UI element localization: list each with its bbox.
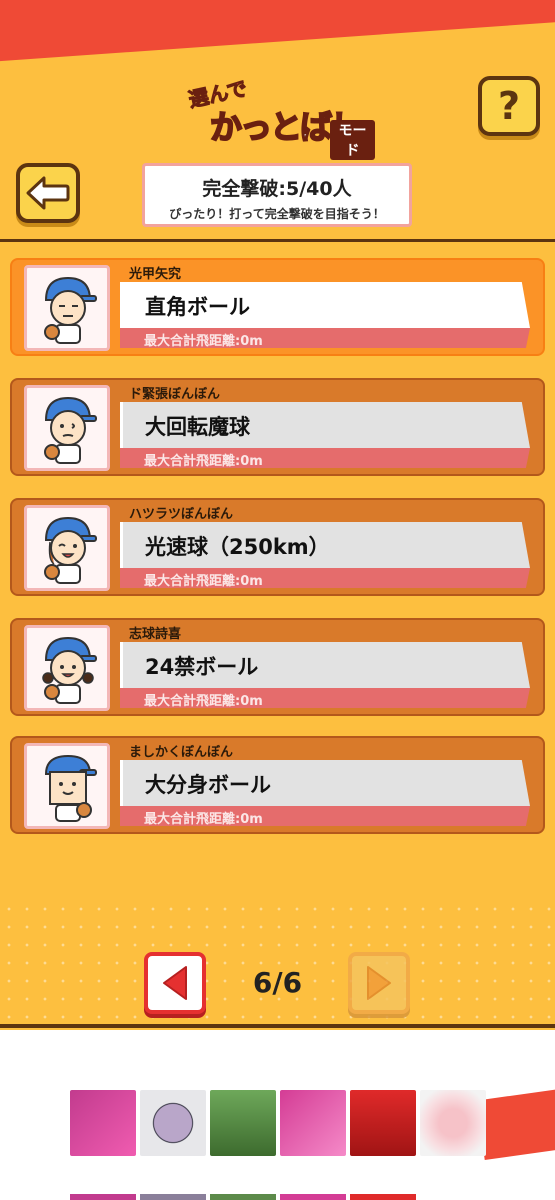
ad-thumbnail[interactable] [350,1194,416,1200]
ball-name-bar: 直角ボール [120,282,530,328]
character-avatar [24,265,110,351]
ball-name-bar: 大回転魔球 [120,402,530,448]
ball-name-bar: 24禁ボール [120,642,530,688]
max-distance: 最大合計飛距離:0m [144,454,263,469]
top-red-stripe [0,0,555,63]
game-screen: 選んで かっとばし モード ? 完全撃破:5/40人 ぴったり！打って完全撃破を… [0,0,555,1030]
batter-character-icon [44,754,97,822]
character-name: ハツラツぼんぼん [129,507,234,522]
question-icon: ? [497,84,521,128]
header-divider [0,239,555,242]
character-name: 志球詩喜 [129,627,182,642]
character-name: ド緊張ぼんぼん [129,387,221,402]
batter-character-icon [44,396,97,464]
ball-name-bar: 大分身ボール [120,760,530,806]
prev-page-button[interactable] [144,952,206,1014]
bottom-border [0,1024,555,1028]
completion-count: 完全撃破:5/40人 [202,178,352,200]
distance-bar: 最大合計飛距離:0m [120,688,530,708]
triangle-right-icon [367,966,391,1000]
ad-thumbnail[interactable] [70,1090,136,1156]
ball-name: 大回転魔球 [145,415,250,439]
opponent-card[interactable]: 志球詩喜 24禁ボール 最大合計飛距離:0m [10,618,545,716]
batter-character-icon [42,636,97,704]
character-avatar [24,505,110,591]
ball-name: 光速球（250km） [145,535,330,559]
back-button[interactable] [16,163,80,223]
character-name: 光甲矢究 [129,267,182,282]
ball-name: 直角ボール [145,295,250,319]
max-distance: 最大合計飛距離:0m [144,694,263,709]
help-button[interactable]: ? [478,76,540,136]
completion-hint: ぴったり！打って完全撃破を目指そう！ [169,207,385,221]
max-distance: 最大合計飛距離:0m [144,812,263,827]
page-indicator: 6/6 [252,966,303,999]
ad-thumbnail[interactable] [420,1090,486,1156]
mode-logo: 選んで かっとばし モード [180,76,375,160]
ball-name: 24禁ボール [145,655,259,679]
character-avatar [24,385,110,471]
opponent-card[interactable]: 光甲矢究 直角ボール 最大合計飛距離:0m [10,258,545,356]
next-page-button[interactable] [348,952,410,1014]
logo-mode-text: モード [330,120,375,160]
opponent-card[interactable]: ハツラツぼんぼん 光速球（250km） 最大合計飛距離:0m [10,498,545,596]
opponent-card[interactable]: ド緊張ぼんぼん 大回転魔球 最大合計飛距離:0m [10,378,545,476]
triangle-left-icon [163,966,187,1000]
batter-character-icon [44,276,97,344]
batter-character-icon [44,516,97,584]
distance-bar: 最大合計飛距離:0m [120,328,530,348]
distance-bar: 最大合計飛距離:0m [120,568,530,588]
ad-thumbnail[interactable] [350,1090,416,1156]
back-arrow-icon [26,176,70,210]
character-name: ましかくぼんぼん [129,745,234,760]
opponent-card[interactable]: ましかくぼんぼん 大分身ボール 最大合計飛距離:0m [10,736,545,834]
distance-bar: 最大合計飛距離:0m [120,448,530,468]
character-avatar [24,743,110,829]
ball-name: 大分身ボール [145,773,271,797]
completion-status-box: 完全撃破:5/40人 ぴったり！打って完全撃破を目指そう！ [142,163,412,227]
max-distance: 最大合計飛距離:0m [144,574,263,589]
ad-thumbnail[interactable] [280,1090,346,1156]
ball-name-bar: 光速球（250km） [120,522,530,568]
ad-thumbnail[interactable] [210,1090,276,1156]
max-distance: 最大合計飛距離:0m [144,334,263,349]
ad-thumbnail[interactable] [70,1194,136,1200]
ad-thumbnail[interactable] [280,1194,346,1200]
character-avatar [24,625,110,711]
distance-bar: 最大合計飛距離:0m [120,806,530,826]
ad-thumbnail[interactable] [140,1194,206,1200]
sparkle-pattern [0,900,555,1030]
ad-thumbnail[interactable] [140,1090,206,1156]
ad-thumbnail[interactable] [210,1194,276,1200]
